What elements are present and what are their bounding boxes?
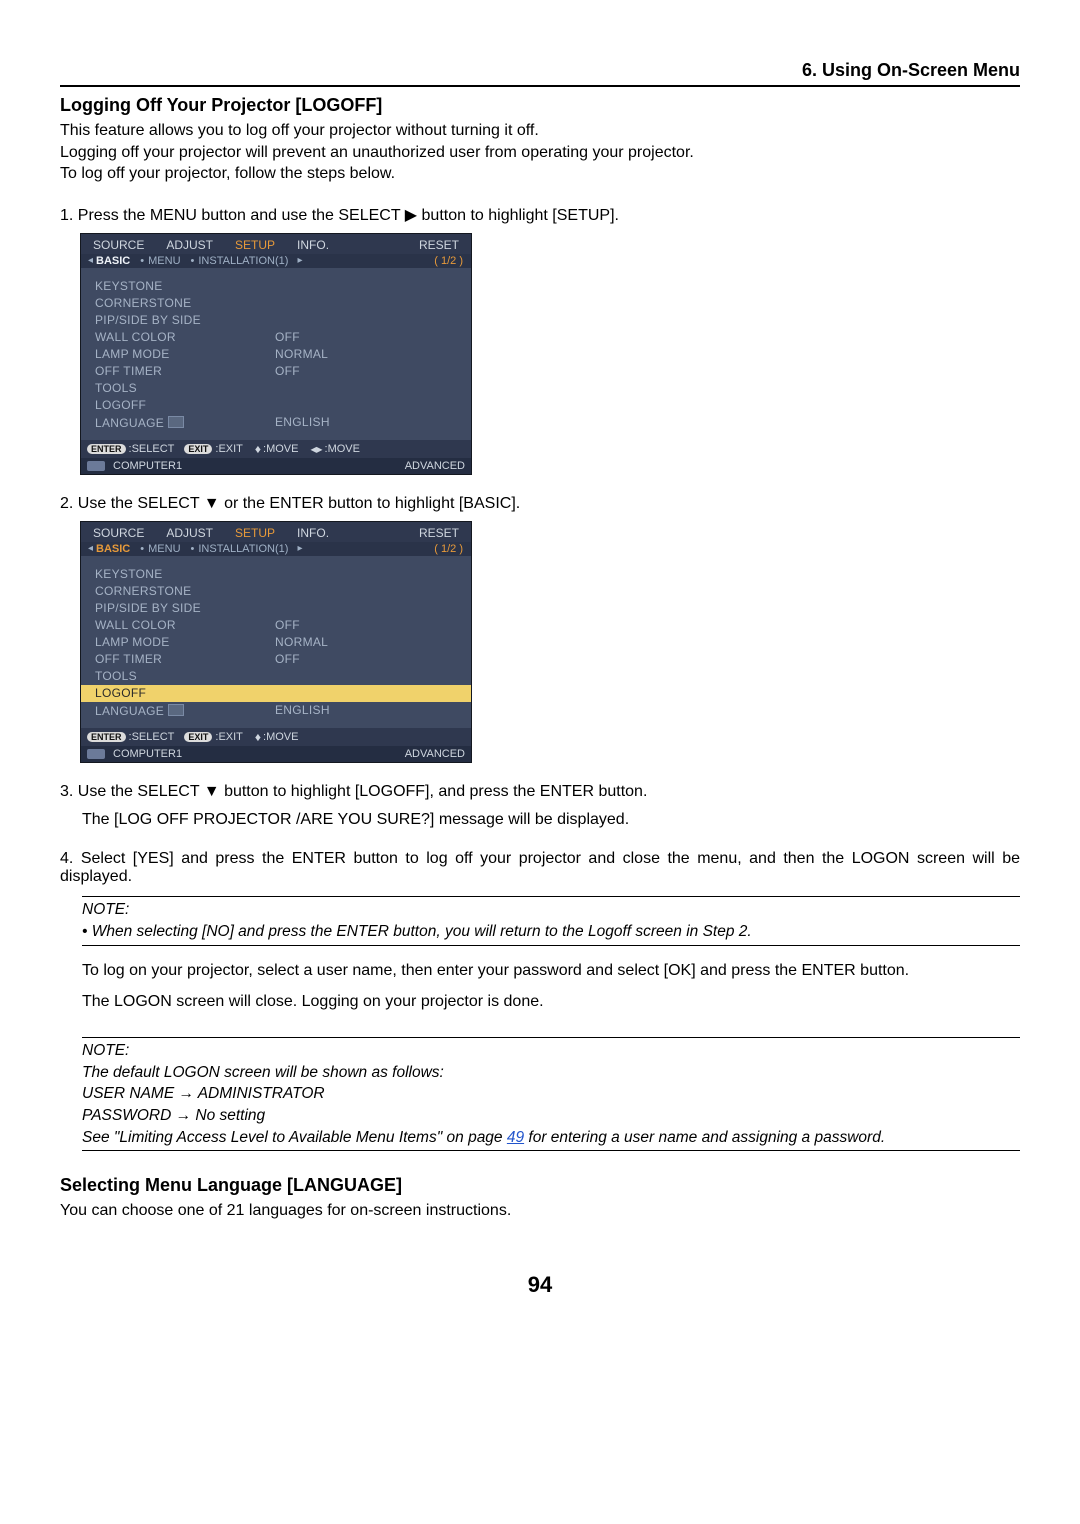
section-language-title: Selecting Menu Language [LANGUAGE] (60, 1175, 1020, 1196)
osd-subtabs: ◂ BASIC• MENU• INSTALLATION(1) ▸ ( 1/2 ) (81, 254, 471, 268)
osd-item-tools: TOOLS (81, 380, 471, 397)
page-link-49[interactable]: 49 (507, 1129, 524, 1146)
subtab-right-arrow-icon-2: ▸ (297, 543, 302, 554)
osd-item-lamp-mode: LAMP MODENORMAL (81, 634, 471, 651)
page-number: 94 (60, 1272, 1020, 1298)
osd-item-language: LANGUAGEENGLISH (81, 414, 471, 432)
osd-body: KEYSTONECORNERSTONEPIP/SIDE BY SIDEWALL … (81, 268, 471, 440)
note-2-l2: USER NAME → ADMINISTRATOR (82, 1083, 1020, 1105)
osd-item-logoff: LOGOFF (81, 685, 471, 702)
subtab-basic-2: BASIC (96, 543, 130, 555)
osd-footer2-b: COMPUTER1 ADVANCED (81, 746, 471, 762)
step-4: 4. Select [YES] and press the ENTER butt… (60, 850, 1020, 886)
exit-pill-icon: EXIT (184, 444, 212, 454)
osd-tabs-2: SOURCE ADJUST SETUP INFO. RESET (81, 522, 471, 542)
osd-item-tools: TOOLS (81, 668, 471, 685)
tab-reset-2: RESET (411, 524, 467, 542)
section-logoff-title: Logging Off Your Projector [LOGOFF] (60, 95, 1020, 116)
note-1-title: NOTE: (82, 899, 1020, 921)
subtab-pager-2: ( 1/2 ) (434, 543, 467, 555)
step-1: 1. Press the MENU button and use the SEL… (60, 205, 1020, 225)
step-1-text: Press the MENU button and use the SELECT… (78, 207, 619, 224)
subtab-pager: ( 1/2 ) (434, 255, 467, 267)
osd-body-2: KEYSTONECORNERSTONEPIP/SIDE BY SIDEWALL … (81, 556, 471, 728)
subtab-right-arrow-icon: ▸ (297, 255, 302, 266)
section-logoff-p2: Logging off your projector will prevent … (60, 142, 1020, 164)
step-3b: The [LOG OFF PROJECTOR /ARE YOU SURE?] m… (82, 809, 1020, 831)
step-3-text: Use the SELECT ▼ button to highlight [LO… (78, 783, 648, 800)
osd-subtabs-2: ◂ BASIC• MENU• INSTALLATION(1) ▸ ( 1/2 ) (81, 542, 471, 556)
tab-reset: RESET (411, 236, 467, 254)
osd-tabs: SOURCE ADJUST SETUP INFO. RESET (81, 234, 471, 254)
subtab-install-2: INSTALLATION(1) (198, 543, 288, 555)
osd-item-logoff: LOGOFF (81, 397, 471, 414)
subtab-left-arrow-icon: ◂ (88, 255, 93, 266)
note-1-line: • When selecting [NO] and press the ENTE… (82, 921, 1020, 943)
tab-source: SOURCE (85, 236, 152, 254)
osd-item-cornerstone: CORNERSTONE (81, 295, 471, 312)
osd-item-lamp-mode: LAMP MODENORMAL (81, 346, 471, 363)
note-2-l3: PASSWORD → No setting (82, 1105, 1020, 1127)
tab-source-2: SOURCE (85, 524, 152, 542)
subtab-install: INSTALLATION(1) (198, 255, 288, 267)
osd-menu-2: SOURCE ADJUST SETUP INFO. RESET ◂ BASIC•… (80, 521, 472, 763)
subtab-basic: BASIC (96, 255, 130, 267)
language-icon (168, 416, 184, 428)
source-label: COMPUTER1 (113, 460, 182, 472)
source-icon (87, 461, 105, 471)
step-3: 3. Use the SELECT ▼ button to highlight … (60, 783, 1020, 801)
osd-footer-b: ENTER:SELECT EXIT:EXIT ♦:MOVE (81, 728, 471, 746)
move-vert: ♦:MOVE (253, 442, 299, 456)
tab-setup-2: SETUP (227, 524, 283, 542)
advanced-label-2: ADVANCED (405, 748, 465, 760)
subtab-menu-2: MENU (148, 543, 180, 555)
section-logoff-p3: To log off your projector, follow the st… (60, 163, 1020, 185)
note-2: NOTE: The default LOGON screen will be s… (82, 1037, 1020, 1151)
tab-setup: SETUP (227, 236, 283, 254)
exit-pill-icon-2: EXIT (184, 732, 212, 742)
note-1: NOTE: • When selecting [NO] and press th… (82, 896, 1020, 945)
step-2-text: Use the SELECT ▼ or the ENTER button to … (78, 495, 520, 512)
step-2: 2. Use the SELECT ▼ or the ENTER button … (60, 495, 1020, 513)
source-icon-2 (87, 749, 105, 759)
tab-adjust-2: ADJUST (158, 524, 221, 542)
step-4-text: Select [YES] and press the ENTER button … (60, 850, 1020, 885)
note-2-title: NOTE: (82, 1040, 1020, 1062)
after-p2: The LOGON screen will close. Logging on … (82, 991, 1020, 1013)
osd-item-off-timer: OFF TIMEROFF (81, 651, 471, 668)
osd-footer: ENTER:SELECT EXIT:EXIT ♦:MOVE ◂▸:MOVE (81, 440, 471, 458)
osd-item-wall-color: WALL COLOROFF (81, 329, 471, 346)
after-p1: To log on your projector, select a user … (82, 960, 1020, 982)
chapter-header: 6. Using On-Screen Menu (60, 60, 1020, 87)
subtab-left-arrow-icon-2: ◂ (88, 543, 93, 554)
osd-footer2: COMPUTER1 ADVANCED (81, 458, 471, 474)
section-language-p1: You can choose one of 21 languages for o… (60, 1200, 1020, 1222)
advanced-label: ADVANCED (405, 460, 465, 472)
subtab-menu: MENU (148, 255, 180, 267)
note-2-l1: The default LOGON screen will be shown a… (82, 1062, 1020, 1084)
tab-info-2: INFO. (289, 524, 337, 542)
section-logoff-p1: This feature allows you to log off your … (60, 120, 1020, 142)
osd-item-wall-color: WALL COLOROFF (81, 617, 471, 634)
osd-item-pip-side-by-side: PIP/SIDE BY SIDE (81, 600, 471, 617)
osd-item-off-timer: OFF TIMEROFF (81, 363, 471, 380)
source-label-2: COMPUTER1 (113, 748, 182, 760)
osd-item-cornerstone: CORNERSTONE (81, 583, 471, 600)
osd-item-keystone: KEYSTONE (81, 566, 471, 583)
move-vert-2: ♦:MOVE (253, 730, 299, 744)
note-2-l4: See "Limiting Access Level to Available … (82, 1127, 1020, 1149)
language-icon (168, 704, 184, 716)
enter-pill-icon-2: ENTER (87, 732, 126, 742)
tab-adjust: ADJUST (158, 236, 221, 254)
enter-pill-icon: ENTER (87, 444, 126, 454)
osd-item-language: LANGUAGEENGLISH (81, 702, 471, 720)
osd-menu-1: SOURCE ADJUST SETUP INFO. RESET ◂ BASIC•… (80, 233, 472, 475)
move-horiz: ◂▸:MOVE (308, 442, 360, 456)
tab-info: INFO. (289, 236, 337, 254)
osd-item-keystone: KEYSTONE (81, 278, 471, 295)
osd-item-pip-side-by-side: PIP/SIDE BY SIDE (81, 312, 471, 329)
